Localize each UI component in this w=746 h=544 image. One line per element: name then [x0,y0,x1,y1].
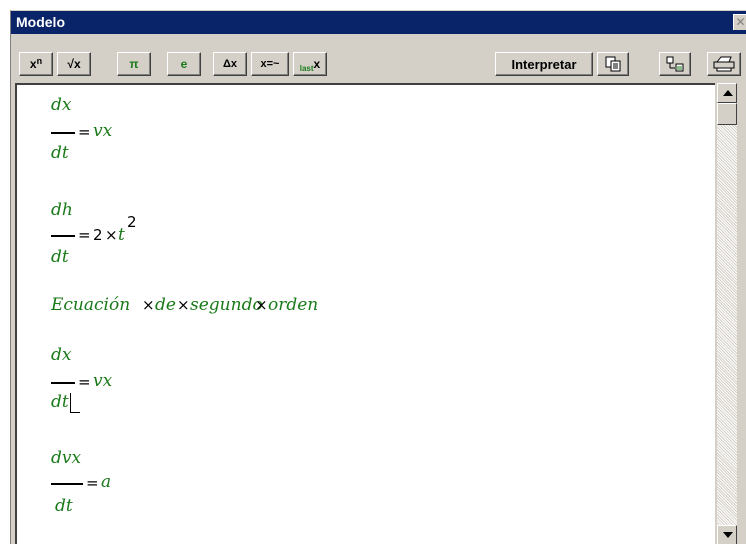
printer-icon [713,56,735,72]
copy-icon [605,56,621,72]
eq2-coefficient: 2 [93,226,103,244]
cursor-baseline [70,412,80,413]
eq2-numerator: dh [51,200,73,220]
eq1-fraction-bar [51,132,75,134]
text-word-4: orden [268,295,319,315]
eq3-equals: = [78,373,91,391]
close-button[interactable]: ✕ [733,14,746,30]
eq1-rhs: vx [93,121,113,141]
scroll-up-button[interactable] [717,83,737,103]
eq3-denominator: dt [51,392,69,412]
eq2-fraction-bar [51,235,75,237]
sqrt-button[interactable]: √x [57,52,91,76]
eq2-variable: t [118,225,125,245]
text-times-2: × [177,296,190,314]
scroll-thumb[interactable] [717,103,737,125]
window-title: Modelo [16,14,65,30]
eq3-rhs: vx [93,371,113,391]
modelo-window: Modelo ✕ xn √x π e Δx x=~ last x Interpre… [10,10,746,544]
eq4-equals: = [86,474,99,492]
eq4-denominator: dt [55,496,73,516]
model-editor[interactable]: dx = vx dt dh = 2 × t 2 dt Ecuación × de… [15,83,715,544]
text-cursor [70,393,71,413]
eq2-denominator: dt [51,247,69,267]
power-button[interactable]: xn [19,52,53,76]
delta-button[interactable]: Δx [213,52,247,76]
eq4-rhs: a [101,472,112,492]
arrow-down-icon [723,532,733,538]
assign-button[interactable]: x=~ [251,52,289,76]
e-button[interactable]: e [167,52,201,76]
export-button[interactable] [659,52,691,76]
last-button[interactable]: last x [293,52,327,76]
eq2-equals: = [78,226,91,244]
eq2-exponent: 2 [127,213,137,231]
eq2-times: × [105,226,118,244]
vertical-scrollbar[interactable] [717,83,737,544]
text-times-3: × [255,296,268,314]
close-icon: ✕ [735,15,746,29]
arrow-up-icon [723,90,733,96]
eq4-fraction-bar [51,483,83,485]
text-times-1: × [142,296,155,314]
eq1-equals: = [78,123,91,141]
eq4-numerator: dvx [51,448,82,468]
interpretar-button[interactable]: Interpretar [495,52,593,76]
pi-button[interactable]: π [117,52,151,76]
eq1-denominator: dt [51,143,69,163]
print-button[interactable] [707,52,741,76]
text-word-1: Ecuación [51,295,131,315]
toolbar: xn √x π e Δx x=~ last x Interpretar [11,34,746,81]
scroll-down-button[interactable] [717,525,737,544]
text-word-3: segundo [190,295,263,315]
title-bar: Modelo ✕ [11,11,746,34]
text-word-2: de [155,295,176,315]
export-icon [666,56,684,72]
eq1-numerator: dx [51,95,72,115]
eq3-numerator: dx [51,345,72,365]
copy-button[interactable] [597,52,629,76]
eq3-fraction-bar [51,382,75,384]
